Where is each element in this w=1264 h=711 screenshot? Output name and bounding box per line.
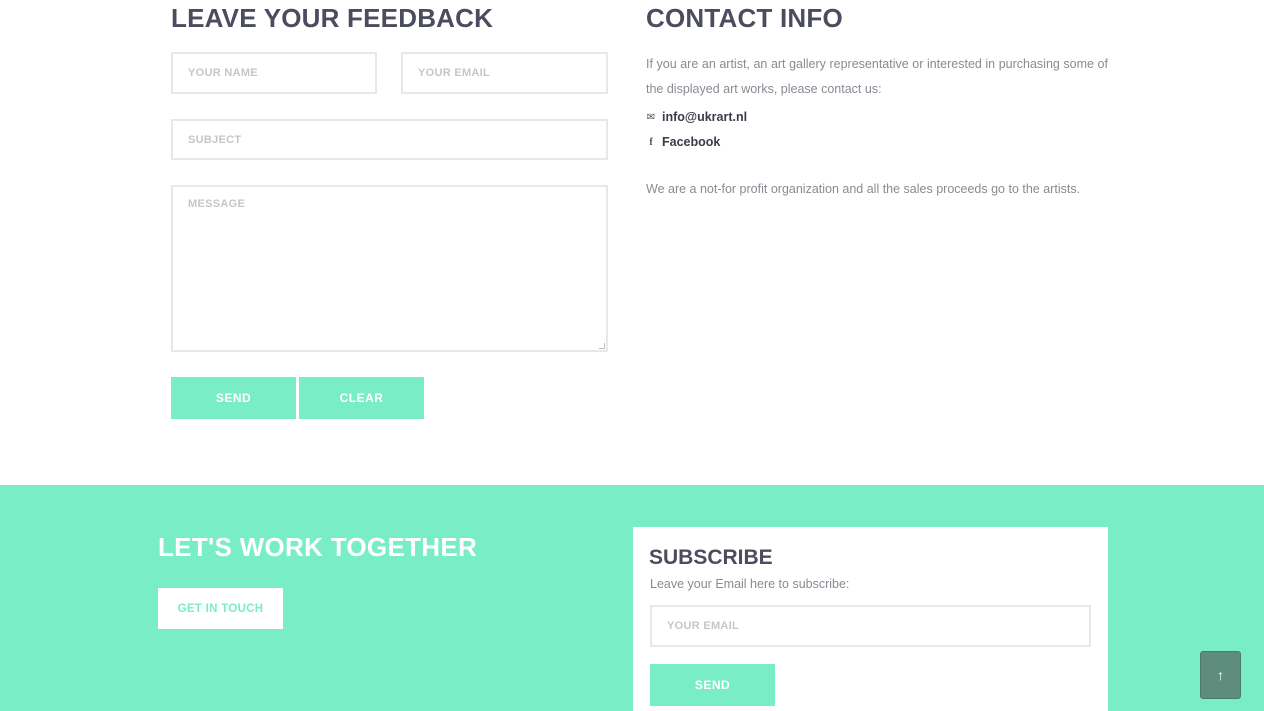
- subscribe-email-input[interactable]: YOUR EMAIL: [650, 605, 1091, 647]
- contact-email-link[interactable]: ✉ info@ukrart.nl: [646, 110, 747, 124]
- arrow-up-icon: ↑: [1217, 667, 1224, 683]
- contact-note: We are a not-for profit organization and…: [646, 182, 1081, 196]
- subject-placeholder: SUBJECT: [188, 133, 242, 146]
- subscribe-send-button[interactable]: SEND: [650, 664, 775, 706]
- name-input[interactable]: YOUR NAME: [171, 52, 377, 94]
- subscribe-text: Leave your Email here to subscribe:: [650, 577, 850, 591]
- facebook-icon: f: [649, 136, 653, 148]
- clear-button[interactable]: CLEAR: [299, 377, 424, 419]
- feedback-heading: LEAVE YOUR FEEDBACK: [171, 5, 493, 31]
- contact-title: CONTACT INFO: [646, 3, 843, 33]
- envelope-icon: ✉: [646, 111, 656, 123]
- name-placeholder: YOUR NAME: [188, 67, 258, 79]
- contact-intro: If you are an artist, an art gallery rep…: [646, 57, 1108, 96]
- subscribe-title: SUBSCRIBE: [649, 546, 773, 569]
- email-placeholder: YOUR EMAIL: [418, 67, 491, 79]
- email-input[interactable]: YOUR EMAIL: [401, 52, 608, 94]
- feedback-title: LEAVE YOUR FEEDBACK: [171, 3, 494, 33]
- message-textarea[interactable]: MESSAGE: [171, 185, 608, 352]
- send-button[interactable]: SEND: [171, 377, 296, 419]
- contact-email: info@ukrart.nl: [662, 110, 748, 124]
- cta-title: LET'S WORK TOGETHER: [158, 532, 478, 562]
- subscribe-email-placeholder: YOUR EMAIL: [667, 620, 740, 632]
- subject-input[interactable]: SUBJECT: [171, 119, 608, 160]
- get-in-touch-button[interactable]: GET IN TOUCH: [158, 588, 283, 629]
- contact-heading: CONTACT INFO: [646, 5, 843, 31]
- contact-facebook: Facebook: [662, 135, 721, 149]
- contact-facebook-link[interactable]: f Facebook: [646, 135, 720, 149]
- resize-handle[interactable]: [599, 343, 605, 349]
- scroll-top-button[interactable]: ↑: [1200, 651, 1241, 699]
- message-placeholder: MESSAGE: [188, 198, 246, 210]
